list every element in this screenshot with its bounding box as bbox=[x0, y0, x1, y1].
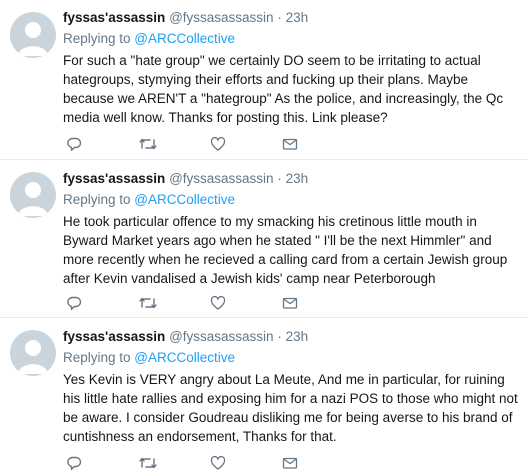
reply-button[interactable] bbox=[66, 294, 138, 312]
replying-to: Replying to @ARCCollective bbox=[63, 349, 520, 367]
avatar[interactable] bbox=[10, 330, 56, 376]
tweet[interactable]: fyssas'assassin @fyssasassassin · 23h Re… bbox=[0, 318, 528, 474]
replying-to: Replying to @ARCCollective bbox=[63, 191, 520, 209]
direct-message-button[interactable] bbox=[282, 454, 354, 472]
separator-dot: · bbox=[277, 171, 282, 186]
direct-message-icon bbox=[282, 457, 298, 469]
tweet-header: fyssas'assassin @fyssasassassin · 23h bbox=[63, 9, 520, 27]
like-button[interactable] bbox=[210, 294, 282, 312]
tweet-header: fyssas'assassin @fyssasassassin · 23h bbox=[63, 170, 520, 188]
avatar[interactable] bbox=[10, 12, 56, 58]
direct-message-button[interactable] bbox=[282, 294, 354, 312]
replying-prefix: Replying to bbox=[63, 350, 135, 365]
separator-dot: · bbox=[277, 329, 282, 344]
reply-button[interactable] bbox=[66, 454, 138, 472]
default-avatar-icon bbox=[18, 340, 48, 374]
tweet-actions bbox=[66, 135, 354, 153]
tweet-actions bbox=[66, 454, 354, 472]
replying-to-link[interactable]: @ARCCollective bbox=[134, 31, 235, 46]
timestamp[interactable]: 23h bbox=[286, 171, 309, 186]
tweet-text: For such a "hate group" we certainly DO … bbox=[63, 53, 504, 125]
reply-icon bbox=[67, 137, 82, 151]
retweet-icon bbox=[139, 457, 157, 469]
display-name[interactable]: fyssas'assassin bbox=[63, 171, 165, 186]
like-icon bbox=[210, 295, 226, 310]
direct-message-icon bbox=[282, 138, 298, 150]
tweet-text: He took particular offence to my smackin… bbox=[63, 214, 508, 286]
display-name[interactable]: fyssas'assassin bbox=[63, 329, 165, 344]
default-avatar-icon bbox=[18, 22, 48, 56]
replying-to: Replying to @ARCCollective bbox=[63, 30, 520, 48]
timestamp[interactable]: 23h bbox=[286, 10, 309, 25]
direct-message-button[interactable] bbox=[282, 135, 354, 153]
like-icon bbox=[210, 455, 226, 470]
retweet-button[interactable] bbox=[138, 454, 210, 472]
tweet-text: Yes Kevin is VERY angry about La Meute, … bbox=[63, 372, 518, 444]
like-button[interactable] bbox=[210, 454, 282, 472]
timestamp[interactable]: 23h bbox=[286, 329, 309, 344]
avatar[interactable] bbox=[10, 172, 56, 218]
default-avatar-icon bbox=[18, 182, 48, 216]
retweet-icon bbox=[139, 297, 157, 309]
replying-prefix: Replying to bbox=[63, 192, 135, 207]
tweet[interactable]: fyssas'assassin @fyssasassassin · 23h Re… bbox=[0, 160, 528, 318]
retweet-button[interactable] bbox=[138, 135, 210, 153]
tweet-actions bbox=[66, 294, 354, 312]
retweet-icon bbox=[139, 138, 157, 150]
reply-icon bbox=[67, 296, 82, 310]
reply-icon bbox=[67, 456, 82, 470]
display-name[interactable]: fyssas'assassin bbox=[63, 10, 165, 25]
direct-message-icon bbox=[282, 297, 298, 309]
tweet-header: fyssas'assassin @fyssasassassin · 23h bbox=[63, 328, 520, 346]
user-handle[interactable]: @fyssasassassin bbox=[169, 329, 274, 344]
replying-to-link[interactable]: @ARCCollective bbox=[134, 350, 235, 365]
retweet-button[interactable] bbox=[138, 294, 210, 312]
tweet[interactable]: fyssas'assassin @fyssasassassin · 23h Re… bbox=[0, 0, 528, 160]
user-handle[interactable]: @fyssasassassin bbox=[169, 10, 274, 25]
like-icon bbox=[210, 136, 226, 151]
replying-prefix: Replying to bbox=[63, 31, 135, 46]
replying-to-link[interactable]: @ARCCollective bbox=[134, 192, 235, 207]
user-handle[interactable]: @fyssasassassin bbox=[169, 171, 274, 186]
separator-dot: · bbox=[277, 10, 282, 25]
reply-button[interactable] bbox=[66, 135, 138, 153]
like-button[interactable] bbox=[210, 135, 282, 153]
